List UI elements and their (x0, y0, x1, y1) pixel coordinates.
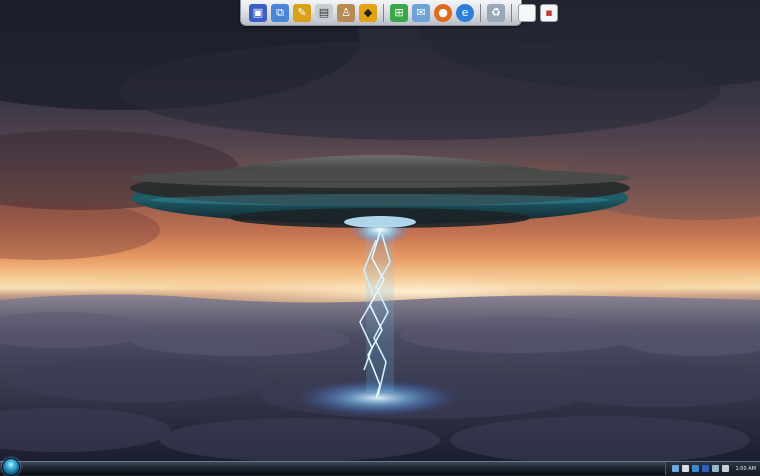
show-desktop-icon[interactable]: ▣ (249, 3, 267, 22)
tools-icon[interactable]: ✎ (293, 3, 311, 22)
dock-separator (511, 3, 512, 22)
dock-separator (480, 3, 481, 22)
start-button[interactable] (2, 458, 20, 476)
warning-sign-icon[interactable]: ◆ (359, 3, 377, 22)
dock-separator (383, 3, 384, 22)
mail-icon[interactable]: ✉ (412, 3, 430, 22)
monitor-icon[interactable] (712, 465, 720, 472)
update-icon[interactable] (692, 465, 700, 472)
volume-icon[interactable] (722, 465, 730, 472)
window-preview-icon[interactable]: ▪ (540, 3, 558, 22)
blank-document-icon[interactable] (518, 3, 536, 22)
notepad-icon[interactable]: ▤ (315, 3, 333, 22)
network-icon[interactable] (672, 465, 680, 472)
quick-launch-dock: ▣ ⧉ ✎ ▤ ♙ ◆ ⊞ ✉ ● e ♻ ▪ (240, 0, 558, 26)
clock[interactable]: 1:00 AM (735, 466, 756, 472)
switch-windows-icon[interactable]: ⧉ (271, 3, 289, 22)
firefox-icon[interactable]: ● (434, 3, 452, 22)
internet-explorer-icon[interactable]: e (456, 3, 474, 22)
desktop-wallpaper (0, 0, 760, 461)
bluetooth-icon[interactable] (702, 465, 710, 472)
windows-flag-icon[interactable]: ⊞ (390, 3, 408, 22)
taskbar: 1:00 AM (0, 458, 760, 476)
figure-icon[interactable]: ♙ (337, 3, 355, 22)
recycle-bin-icon[interactable]: ♻ (487, 3, 505, 22)
system-tray: 1:00 AM (665, 462, 760, 475)
wallpaper-art (0, 0, 760, 461)
security-shield-icon[interactable] (682, 465, 690, 472)
